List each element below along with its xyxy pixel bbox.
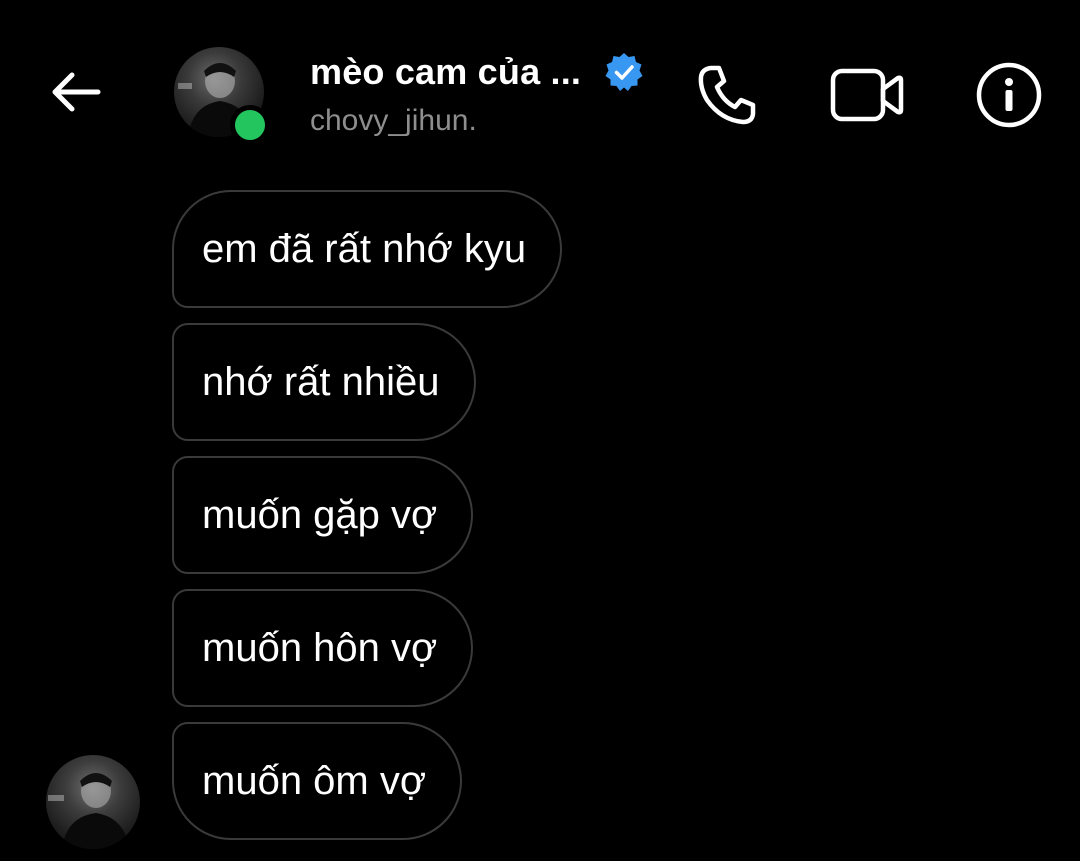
- message-bubble[interactable]: muốn gặp vợ: [172, 456, 474, 574]
- video-call-button[interactable]: [830, 58, 904, 132]
- message-text: em đã rất nhớ kyu: [202, 226, 527, 271]
- chat-header: mèo cam của ... chovy_jihun.: [0, 0, 1080, 180]
- message-thread: em đã rất nhớ kyu nhớ rất nhiều muốn gặp…: [0, 180, 1080, 861]
- message-bubble[interactable]: nhớ rất nhiều: [172, 323, 476, 441]
- audio-call-button[interactable]: [690, 58, 764, 132]
- online-status-indicator: [230, 105, 270, 145]
- message-bubble[interactable]: em đã rất nhớ kyu: [172, 190, 563, 308]
- video-camera-icon: [830, 68, 904, 122]
- message-text: muốn gặp vợ: [202, 492, 438, 537]
- conversation-title[interactable]: mèo cam của ... chovy_jihun.: [310, 48, 670, 138]
- message-text: nhớ rất nhiều: [202, 359, 440, 404]
- back-button[interactable]: [44, 60, 108, 124]
- message-text: muốn ôm vợ: [202, 758, 427, 803]
- verified-badge-icon: [603, 51, 645, 93]
- contact-display-name: mèo cam của ...: [310, 51, 582, 92]
- message-bubble[interactable]: muốn ôm vợ: [172, 722, 463, 840]
- info-icon: [976, 62, 1042, 128]
- phone-icon: [698, 65, 756, 125]
- back-arrow-icon: [52, 72, 101, 112]
- conversation-info-button[interactable]: [972, 58, 1046, 132]
- profile-avatar-button[interactable]: [174, 47, 270, 145]
- message-text: muốn hôn vợ: [202, 625, 438, 670]
- message-bubble[interactable]: muốn hôn vợ: [172, 589, 474, 707]
- contact-username: chovy_jihun.: [310, 104, 477, 137]
- sender-avatar[interactable]: [46, 755, 140, 849]
